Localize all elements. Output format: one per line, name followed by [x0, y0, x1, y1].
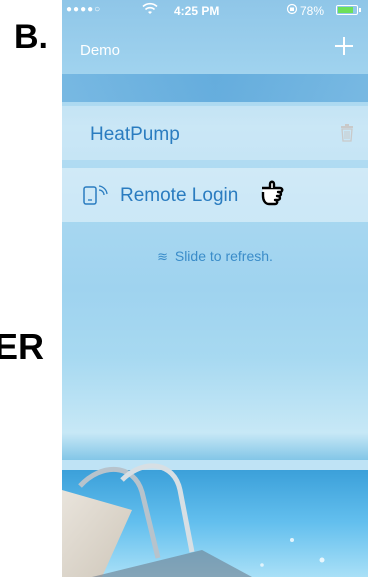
wifi-icon: [142, 2, 158, 19]
battery-tip: [359, 8, 361, 12]
plus-icon[interactable]: [332, 34, 356, 58]
nav-bar: Demo: [62, 20, 368, 72]
device-label: Remote Login: [120, 185, 239, 206]
refresh-text: Slide to refresh.: [174, 248, 273, 264]
phone-screen: ●●●●○ 4:25 PM 78% Demo HeatPump Remote L…: [62, 0, 368, 577]
trash-icon[interactable]: [340, 124, 354, 142]
device-label: HeatPump: [90, 124, 180, 145]
chevron-double-down-icon: ≋: [157, 249, 168, 264]
figure-label: B.: [14, 18, 48, 56]
device-row-heatpump[interactable]: HeatPump: [62, 106, 368, 160]
status-time: 4:25 PM: [174, 4, 220, 18]
battery-icon: [336, 5, 361, 15]
signal-strength: ●●●●○: [66, 4, 102, 15]
battery-percent: 78%: [300, 4, 325, 18]
header-banner: [62, 74, 368, 102]
device-row-remote-login[interactable]: Remote Login: [62, 168, 368, 222]
pointing-hand-icon: [260, 178, 300, 210]
orientation-lock-icon: [286, 3, 298, 18]
nav-title: Demo: [80, 42, 121, 59]
battery-fill: [338, 7, 353, 13]
pull-to-refresh-hint: ≋ Slide to refresh.: [62, 248, 368, 265]
status-bar: ●●●●○ 4:25 PM 78%: [62, 0, 368, 20]
side-label: ER: [0, 326, 45, 367]
remote-device-icon: [82, 182, 108, 208]
pool-background-image: [62, 440, 368, 577]
